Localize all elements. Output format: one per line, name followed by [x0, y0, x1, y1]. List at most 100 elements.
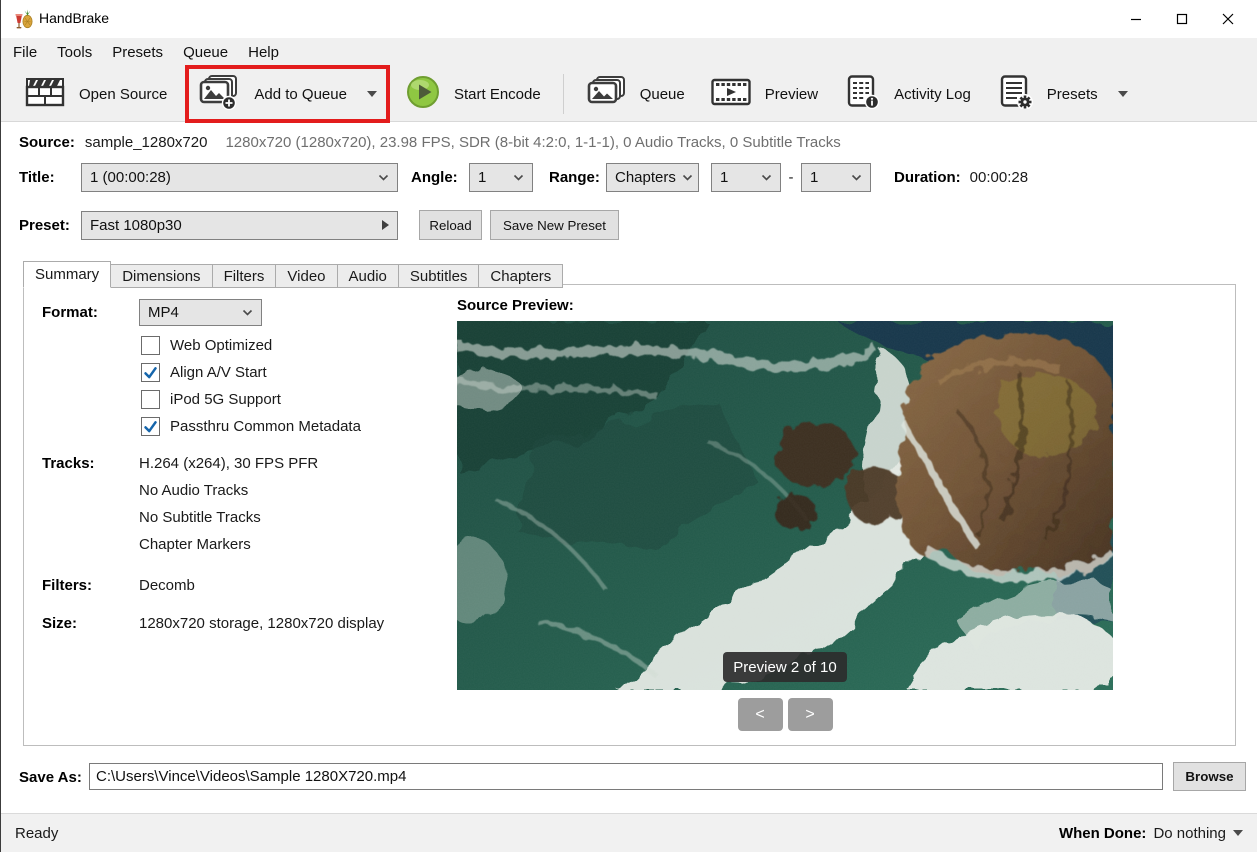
menu-bar: File Tools Presets Queue Help [1, 38, 1257, 67]
title-bar: HandBrake [1, 0, 1257, 38]
align-av-start-checkbox[interactable] [141, 363, 160, 382]
menu-presets[interactable]: Presets [102, 40, 173, 65]
angle-dropdown[interactable]: 1 [469, 163, 533, 192]
passthru-metadata-row: Passthru Common Metadata [141, 416, 361, 436]
menu-queue[interactable]: Queue [173, 40, 238, 65]
angle-dropdown-value: 1 [478, 169, 486, 186]
tab-dimensions[interactable]: Dimensions [111, 264, 212, 288]
chevron-down-icon [761, 174, 772, 181]
tab-summary[interactable]: Summary [23, 261, 111, 288]
source-details: 1280x720 (1280x720), 23.98 FPS, SDR (8-b… [225, 134, 840, 151]
presets-dropdown-arrow-icon[interactable] [1118, 91, 1128, 97]
when-done-control[interactable]: When Done: Do nothing [1059, 825, 1243, 842]
previous-preview-button[interactable]: < [738, 698, 783, 731]
tab-filters[interactable]: Filters [213, 264, 277, 288]
open-source-label: Open Source [79, 86, 167, 103]
presets-button[interactable]: Presets [987, 69, 1138, 119]
preview-label: Preview [765, 86, 818, 103]
range-to-dropdown[interactable]: 1 [801, 163, 871, 192]
queue-label: Queue [640, 86, 685, 103]
title-dropdown-value: 1 (00:00:28) [90, 169, 171, 186]
open-source-button[interactable]: Open Source [15, 70, 177, 118]
range-type-value: Chapters [615, 169, 676, 186]
preview-button[interactable]: Preview [701, 71, 828, 117]
when-done-label: When Done: [1059, 825, 1147, 842]
chevron-down-icon [513, 174, 524, 181]
close-button[interactable] [1205, 0, 1251, 38]
when-done-dropdown-arrow-icon[interactable] [1233, 830, 1243, 836]
range-from-dropdown[interactable]: 1 [711, 163, 781, 192]
tab-audio[interactable]: Audio [338, 264, 399, 288]
toolbar: Open Source Add to Queue [1, 67, 1257, 122]
ipod-5g-row: iPod 5G Support [141, 389, 281, 409]
ipod-5g-label: iPod 5G Support [170, 391, 281, 408]
tab-strip: Summary Dimensions Filters Video Audio S… [23, 261, 563, 288]
minimize-button[interactable] [1113, 0, 1159, 38]
handbrake-window: HandBrake File Tools Presets Queue Help [0, 0, 1257, 852]
format-label: Format: [42, 304, 98, 321]
ipod-5g-checkbox[interactable] [141, 390, 160, 409]
status-bar: Ready When Done: Do nothing [1, 813, 1257, 852]
filters-value: Decomb [139, 577, 195, 594]
chevron-down-icon [851, 174, 862, 181]
add-to-queue-label: Add to Queue [254, 86, 347, 103]
queue-photos-icon [586, 76, 626, 112]
size-value: 1280x720 storage, 1280x720 display [139, 615, 384, 632]
save-as-label: Save As: [19, 769, 82, 786]
range-separator: - [781, 169, 801, 186]
start-encode-button[interactable]: Start Encode [396, 69, 551, 119]
source-preview-image [457, 321, 1113, 690]
menu-file[interactable]: File [3, 40, 47, 65]
browse-button[interactable]: Browse [1173, 762, 1246, 791]
reload-button[interactable]: Reload [419, 210, 482, 240]
summary-panel: Format: MP4 Web Optimized Align A/V Star… [23, 284, 1236, 746]
clapperboard-icon [25, 76, 65, 112]
tracks-subtitles: No Subtitle Tracks [139, 509, 261, 526]
next-preview-button[interactable]: > [788, 698, 833, 731]
range-to-value: 1 [810, 169, 818, 186]
tracks-chapters: Chapter Markers [139, 536, 251, 553]
menu-help[interactable]: Help [238, 40, 289, 65]
angle-label: Angle: [411, 169, 469, 186]
source-preview-label: Source Preview: [457, 297, 574, 314]
maximize-button[interactable] [1159, 0, 1205, 38]
preset-dropdown[interactable]: Fast 1080p30 [81, 211, 398, 240]
chevron-down-icon [378, 174, 389, 181]
title-label: Title: [19, 169, 81, 186]
range-type-dropdown[interactable]: Chapters [606, 163, 699, 192]
start-encode-label: Start Encode [454, 86, 541, 103]
add-to-queue-dropdown-arrow-icon[interactable] [367, 91, 377, 97]
preset-label: Preset: [19, 217, 81, 234]
presets-label: Presets [1047, 86, 1098, 103]
activity-log-button[interactable]: Activity Log [834, 69, 981, 119]
range-label: Range: [549, 169, 606, 186]
preview-navigation: < > [457, 698, 1113, 731]
format-dropdown[interactable]: MP4 [139, 299, 262, 326]
menu-tools[interactable]: Tools [47, 40, 102, 65]
passthru-metadata-checkbox[interactable] [141, 417, 160, 436]
tab-subtitles[interactable]: Subtitles [399, 264, 480, 288]
duration-label: Duration: [894, 169, 961, 186]
source-info-row: Source: sample_1280x720 1280x720 (1280x7… [19, 132, 841, 152]
source-label: Source: [19, 134, 75, 151]
filmstrip-icon [711, 77, 751, 111]
web-optimized-row: Web Optimized [141, 335, 272, 355]
preset-row: Preset: Fast 1080p30 Reload Save New Pre… [19, 210, 619, 240]
tab-video[interactable]: Video [276, 264, 337, 288]
title-dropdown[interactable]: 1 (00:00:28) [81, 163, 398, 192]
handbrake-logo-icon [12, 7, 36, 35]
queue-button[interactable]: Queue [576, 70, 695, 118]
tracks-audio: No Audio Tracks [139, 482, 248, 499]
format-dropdown-value: MP4 [148, 304, 179, 321]
save-new-preset-button[interactable]: Save New Preset [490, 210, 619, 240]
tab-chapters[interactable]: Chapters [479, 264, 563, 288]
web-optimized-checkbox[interactable] [141, 336, 160, 355]
add-to-queue-button[interactable]: Add to Queue [185, 65, 390, 123]
chevron-down-icon [242, 309, 253, 316]
duration-value: 00:00:28 [970, 169, 1028, 186]
title-row: Title: 1 (00:00:28) Angle: 1 Range: Chap… [19, 162, 1028, 192]
status-text: Ready [15, 825, 58, 842]
filters-label: Filters: [42, 577, 92, 594]
save-as-input[interactable] [89, 763, 1163, 790]
preview-counter-badge: Preview 2 of 10 [723, 652, 847, 682]
